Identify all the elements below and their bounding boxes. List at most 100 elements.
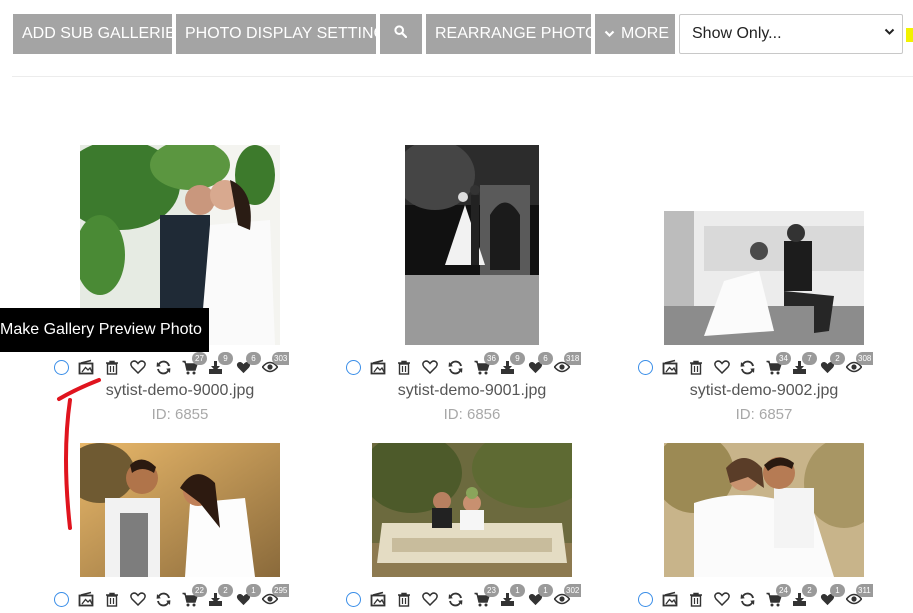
downloads-count-badge: 1 — [510, 584, 525, 597]
download-icon: 2 — [208, 584, 233, 609]
favorites-count-badge: 1 — [830, 584, 845, 597]
replace-icon — [156, 360, 171, 374]
delete-icon[interactable] — [105, 589, 119, 609]
more-button[interactable]: MORE — [595, 14, 675, 54]
views-icon: 311 — [846, 584, 873, 609]
delete-icon — [690, 592, 702, 607]
favorite-icon — [422, 360, 438, 374]
select-checkbox[interactable] — [346, 357, 361, 377]
views-icon: 318 — [554, 352, 582, 377]
photo-actions: 24 2 1 311 — [638, 584, 898, 611]
favorites-icon: 1 — [236, 584, 261, 609]
delete-icon[interactable] — [397, 357, 411, 377]
gallery-preview-icon — [370, 591, 386, 607]
favorites-count-badge: 6 — [538, 352, 553, 365]
delete-icon[interactable] — [689, 357, 703, 377]
favorites-count-badge: 1 — [538, 584, 553, 597]
more-label: MORE — [621, 25, 669, 42]
downloads-count-badge: 2 — [218, 584, 233, 597]
replace-icon[interactable] — [448, 357, 463, 377]
gallery-preview-icon[interactable] — [78, 357, 94, 377]
show-only-value: Show Only... — [692, 25, 782, 42]
delete-icon[interactable] — [397, 589, 411, 609]
downloads-count-badge: 9 — [510, 352, 525, 365]
views-count-badge: 302 — [564, 584, 582, 597]
favorite-icon — [714, 360, 730, 374]
replace-icon[interactable] — [156, 357, 171, 377]
favorites-icon: 1 — [820, 584, 845, 609]
favorite-icon — [130, 360, 146, 374]
checkbox-circle[interactable] — [638, 359, 653, 375]
download-icon: 9 — [500, 352, 525, 377]
checkbox-circle[interactable] — [346, 359, 361, 375]
replace-icon — [156, 592, 171, 606]
favorite-icon — [130, 592, 146, 606]
cart-count-badge: 23 — [484, 584, 499, 597]
photo-thumbnail[interactable] — [405, 145, 539, 345]
favorites-icon: 2 — [820, 352, 845, 377]
gallery-preview-icon[interactable] — [370, 589, 386, 609]
replace-icon[interactable] — [740, 357, 755, 377]
favorites-icon: 6 — [236, 352, 261, 377]
delete-icon — [398, 360, 410, 375]
gallery-preview-icon[interactable] — [78, 589, 94, 609]
replace-icon — [448, 360, 463, 374]
delete-icon[interactable] — [689, 589, 703, 609]
views-count-badge: 308 — [856, 352, 874, 365]
replace-icon — [740, 592, 755, 606]
download-icon: 1 — [500, 584, 525, 609]
gallery-preview-icon[interactable] — [370, 357, 386, 377]
delete-icon[interactable] — [105, 357, 119, 377]
select-checkbox[interactable] — [638, 589, 653, 609]
downloads-count-badge: 9 — [218, 352, 233, 365]
favorite-icon — [422, 592, 438, 606]
select-checkbox[interactable] — [54, 357, 69, 377]
favorite-icon[interactable] — [714, 357, 730, 377]
views-icon: 295 — [262, 584, 290, 609]
download-icon: 9 — [208, 352, 233, 377]
gallery-preview-icon[interactable] — [662, 357, 678, 377]
search-button[interactable] — [380, 14, 422, 54]
cart-icon: 23 — [474, 584, 499, 609]
photo-thumbnail[interactable] — [664, 443, 864, 577]
gallery-preview-icon — [662, 359, 678, 375]
select-checkbox[interactable] — [638, 357, 653, 377]
add-sub-galleries-button[interactable]: ADD SUB GALLERIES — [13, 14, 187, 54]
favorites-count-badge: 6 — [246, 352, 261, 365]
cart-count-badge: 22 — [192, 584, 207, 597]
photo-actions: 34 7 2 308 — [638, 352, 898, 379]
replace-icon[interactable] — [740, 589, 755, 609]
cart-count-badge: 24 — [776, 584, 791, 597]
gallery-toolbar: ADD SUB GALLERIES PHOTO DISPLAY SETTINGS… — [13, 14, 903, 54]
checkbox-circle[interactable] — [54, 359, 69, 375]
cart-count-badge: 36 — [484, 352, 499, 365]
favorite-icon[interactable] — [130, 589, 146, 609]
gallery-preview-icon — [662, 591, 678, 607]
favorite-icon[interactable] — [130, 357, 146, 377]
favorite-icon[interactable] — [422, 589, 438, 609]
photo-display-settings-button[interactable]: PHOTO DISPLAY SETTINGS — [176, 14, 397, 54]
show-only-select[interactable]: Show Only... — [679, 14, 903, 54]
replace-icon[interactable] — [448, 589, 463, 609]
downloads-count-badge: 7 — [802, 352, 817, 365]
gallery-preview-icon[interactable] — [662, 589, 678, 609]
gallery-preview-icon — [78, 359, 94, 375]
rearrange-photos-button[interactable]: REARRANGE PHOTOS — [426, 14, 608, 54]
checkbox-circle[interactable] — [638, 591, 653, 607]
views-count-badge: 318 — [564, 352, 582, 365]
checkbox-circle[interactable] — [346, 591, 361, 607]
cart-icon: 27 — [182, 352, 207, 377]
favorites-count-badge: 1 — [246, 584, 261, 597]
photo-thumbnail[interactable] — [80, 443, 280, 577]
favorite-icon[interactable] — [422, 357, 438, 377]
photo-actions: 23 1 1 302 — [346, 584, 606, 611]
checkbox-circle[interactable] — [54, 591, 69, 607]
select-checkbox[interactable] — [54, 589, 69, 609]
photo-thumbnail[interactable] — [372, 443, 572, 577]
photo-thumbnail[interactable] — [664, 211, 864, 345]
replace-icon[interactable] — [156, 589, 171, 609]
favorites-icon: 1 — [528, 584, 553, 609]
select-checkbox[interactable] — [346, 589, 361, 609]
views-count-badge: 311 — [856, 584, 873, 597]
favorite-icon[interactable] — [714, 589, 730, 609]
